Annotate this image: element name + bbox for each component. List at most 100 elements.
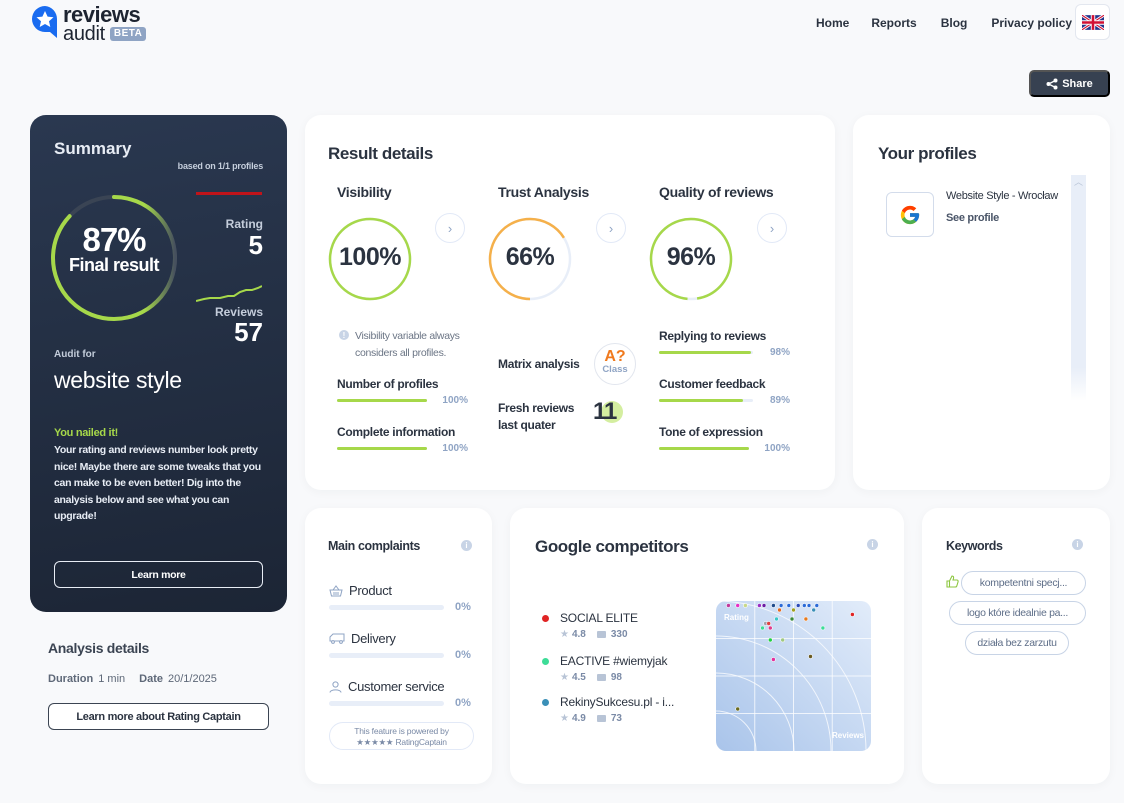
scatter-point[interactable] bbox=[780, 637, 785, 643]
uk-flag-icon bbox=[1081, 14, 1104, 30]
nav-blog[interactable]: Blog bbox=[941, 16, 968, 30]
main-complaints-card: Main complaints i Product 0% Delivery 0%… bbox=[305, 508, 492, 784]
scatter-point[interactable] bbox=[760, 625, 765, 631]
basket-icon bbox=[329, 584, 343, 596]
rating-label: Rating bbox=[225, 217, 263, 231]
keyword-chip[interactable]: logo które idealnie pa... bbox=[949, 601, 1086, 625]
info-icon[interactable]: i bbox=[1072, 539, 1083, 550]
competitor-reviews: 98 bbox=[610, 672, 622, 683]
scatter-point[interactable] bbox=[850, 612, 855, 617]
profiles-scrollbar[interactable]: ︿ bbox=[1071, 175, 1086, 401]
visibility-title: Visibility bbox=[337, 184, 392, 200]
metric-value-tone: 100% bbox=[764, 443, 790, 454]
competitor-stats: ★ 4.8 330 bbox=[560, 629, 628, 640]
scatter-point[interactable] bbox=[735, 706, 741, 712]
scatter-point[interactable] bbox=[767, 637, 773, 643]
summary-headline: You nailed it! bbox=[54, 427, 119, 439]
matrix-analysis-label: Matrix analysis bbox=[498, 357, 580, 371]
quality-title: Quality of reviews bbox=[659, 184, 774, 200]
learn-more-button[interactable]: Learn more bbox=[54, 561, 263, 588]
metric-label-number-of-profiles: Number of profiles bbox=[337, 377, 439, 391]
visibility-details-button[interactable]: › bbox=[435, 213, 465, 243]
quality-details-button[interactable]: › bbox=[757, 213, 787, 243]
final-result-value: 87% bbox=[82, 221, 146, 258]
see-profile-link[interactable]: See profile bbox=[946, 212, 999, 224]
thumbs-up-icon bbox=[946, 575, 959, 588]
scatter-point[interactable] bbox=[761, 603, 767, 608]
summary-title: Summary bbox=[54, 139, 132, 158]
google-competitors-title: Google competitors bbox=[535, 537, 689, 556]
analysis-meta: Duration 1 min Date 20/1/2025 bbox=[48, 673, 231, 685]
share-button[interactable]: Share bbox=[1029, 70, 1110, 97]
metric-value-replying: 98% bbox=[769, 347, 790, 358]
nav-privacy-policy[interactable]: Privacy policy bbox=[991, 16, 1072, 30]
powered-by-rating-captain[interactable]: This feature is powered by ★★★★★ RatingC… bbox=[329, 722, 474, 750]
audit-for-label: Audit for bbox=[54, 349, 96, 360]
scatter-point[interactable] bbox=[766, 621, 772, 626]
nav-home[interactable]: Home bbox=[816, 16, 849, 30]
scatter-point[interactable] bbox=[820, 625, 826, 631]
language-button[interactable] bbox=[1075, 4, 1110, 40]
metric-bar-tone bbox=[659, 447, 749, 450]
scatter-point[interactable] bbox=[767, 625, 773, 631]
complaint-label: Product bbox=[349, 583, 392, 598]
learn-more-rating-captain-button[interactable]: Learn more about Rating Captain bbox=[48, 703, 269, 730]
scatter-point[interactable] bbox=[778, 603, 784, 608]
competitor-stats: ★ 4.5 98 bbox=[560, 672, 622, 683]
duration-label: Duration bbox=[48, 673, 94, 685]
scatter-point[interactable] bbox=[791, 607, 796, 613]
competitor-name: EACTIVE #wiemyjak bbox=[560, 654, 668, 668]
scatter-x-label: Reviews bbox=[832, 731, 865, 740]
scatter-point[interactable] bbox=[777, 607, 782, 613]
scatter-point[interactable] bbox=[795, 603, 801, 608]
logo[interactable]: reviews audit BETA bbox=[30, 4, 147, 44]
scatter-point[interactable] bbox=[789, 616, 795, 622]
powered-line-1: This feature is powered by bbox=[354, 726, 449, 736]
scatter-point[interactable] bbox=[814, 603, 820, 608]
scatter-point[interactable] bbox=[786, 603, 792, 608]
your-profiles-card: Your profiles Website Style - Wrocław Se… bbox=[853, 115, 1110, 490]
scatter-point[interactable] bbox=[811, 607, 816, 613]
scatter-point[interactable] bbox=[808, 654, 813, 659]
logo-icon bbox=[30, 4, 60, 40]
metric-label-replying: Replying to reviews bbox=[659, 329, 766, 343]
metric-bar-fill bbox=[337, 447, 427, 450]
info-icon[interactable]: i bbox=[867, 539, 878, 550]
trust-value: 66% bbox=[505, 243, 555, 271]
competitor-name: RekinySukcesu.pl - i... bbox=[560, 695, 675, 709]
nav-reports[interactable]: Reports bbox=[871, 16, 916, 30]
keywords-title: Keywords bbox=[946, 539, 1003, 553]
metric-bar-fill bbox=[337, 399, 427, 402]
scatter-point[interactable] bbox=[806, 603, 812, 608]
fresh-reviews-label-1: Fresh reviews bbox=[498, 401, 575, 415]
star-icon: ★ bbox=[560, 713, 569, 724]
info-icon[interactable]: i bbox=[461, 540, 472, 551]
chevron-up-icon[interactable]: ︿ bbox=[1071, 175, 1086, 189]
competitor-rating: 4.5 bbox=[571, 672, 586, 683]
scatter-y-label: Rating bbox=[724, 613, 749, 622]
complaint-customer-service: Customer service bbox=[329, 679, 445, 694]
keyword-chip[interactable]: kompetentni specj... bbox=[961, 571, 1086, 595]
scatter-point[interactable] bbox=[774, 616, 779, 622]
competitor-reviews: 330 bbox=[610, 629, 628, 640]
chevron-right-icon: › bbox=[447, 220, 453, 236]
scatter-point[interactable] bbox=[735, 603, 741, 608]
scatter-point[interactable] bbox=[743, 603, 748, 608]
competitor-reviews: 73 bbox=[610, 713, 622, 724]
chevron-right-icon: › bbox=[769, 220, 775, 236]
metric-value-customer-feedback: 89% bbox=[769, 395, 790, 406]
competitors-scatter-plot[interactable]: Rating Reviews bbox=[716, 601, 871, 751]
scatter-point[interactable] bbox=[757, 603, 762, 608]
competitor-color-dot bbox=[542, 615, 549, 622]
complaint-delivery: Delivery bbox=[329, 631, 396, 646]
scatter-point[interactable] bbox=[771, 657, 776, 662]
scatter-point[interactable] bbox=[803, 616, 809, 622]
scatter-point[interactable] bbox=[802, 603, 807, 608]
scatter-point[interactable] bbox=[726, 603, 731, 608]
complaint-value: 0% bbox=[455, 649, 471, 661]
keyword-chip[interactable]: działa bez zarzutu bbox=[965, 631, 1069, 655]
fresh-reviews-value: 11 bbox=[593, 398, 617, 425]
scatter-point[interactable] bbox=[771, 603, 776, 608]
complaint-bar bbox=[329, 701, 444, 706]
trust-details-button[interactable]: › bbox=[596, 213, 626, 243]
